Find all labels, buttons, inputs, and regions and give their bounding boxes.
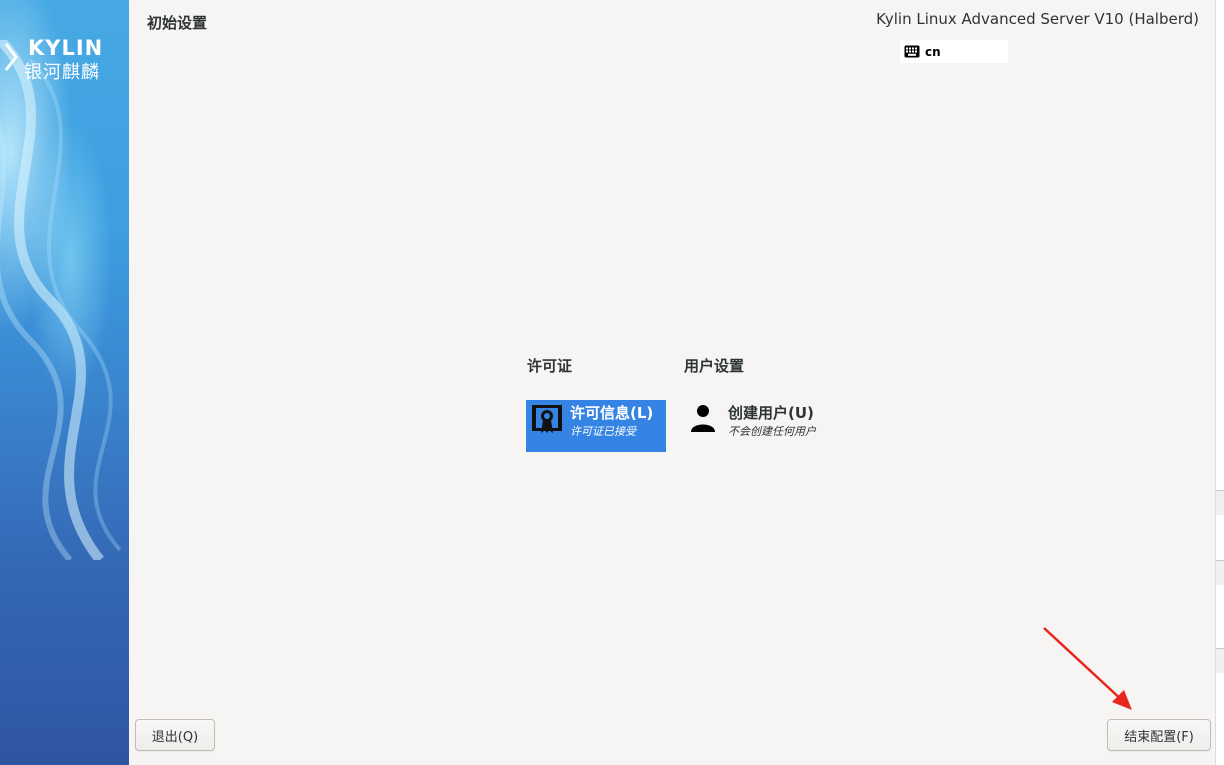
spoke-user-status: 不会创建任何用户 bbox=[728, 425, 816, 438]
logo-chinese: 银河麒麟 bbox=[24, 62, 100, 83]
kylin-logo: KYLIN 银河麒麟 bbox=[4, 36, 120, 83]
spoke-create-user[interactable]: 创建用户(U) 不会创建任何用户 bbox=[684, 400, 834, 452]
branding-sidebar: KYLIN 银河麒麟 bbox=[0, 0, 129, 765]
right-edge-segment bbox=[1216, 560, 1224, 585]
spoke-license-title: 许可信息(L) bbox=[570, 404, 654, 422]
quit-button[interactable]: 退出(Q) bbox=[135, 719, 215, 751]
product-name: Kylin Linux Advanced Server V10 (Halberd… bbox=[876, 10, 1199, 28]
right-edge-segment bbox=[1216, 490, 1224, 515]
right-edge-segment bbox=[1216, 648, 1224, 673]
keyboard-layout-label: cn bbox=[925, 44, 941, 59]
spoke-user-title: 创建用户(U) bbox=[728, 404, 814, 422]
kylin-mark-icon bbox=[4, 43, 18, 71]
keyboard-icon bbox=[904, 45, 920, 58]
spoke-license-status: 许可证已接受 bbox=[570, 425, 636, 438]
keyboard-layout-indicator[interactable]: cn bbox=[900, 40, 1008, 63]
logo-english: KYLIN bbox=[28, 36, 104, 60]
finish-configuration-button[interactable]: 结束配置(F) bbox=[1107, 719, 1211, 751]
category-user-settings-title: 用户设置 bbox=[684, 357, 745, 375]
annotation-arrow-icon bbox=[1043, 627, 1132, 710]
category-license-title: 许可证 bbox=[527, 357, 573, 375]
initial-setup-window: KYLIN 银河麒麟 初始设置 Kylin Linux Advanced Ser… bbox=[0, 0, 1224, 765]
user-icon bbox=[691, 405, 715, 432]
right-edge-strip bbox=[1215, 0, 1224, 765]
license-icon bbox=[532, 405, 562, 433]
page-title: 初始设置 bbox=[147, 14, 208, 32]
spoke-license-info[interactable]: 许可信息(L) 许可证已接受 bbox=[526, 400, 666, 452]
sidebar-swirl-graphic bbox=[0, 40, 122, 560]
